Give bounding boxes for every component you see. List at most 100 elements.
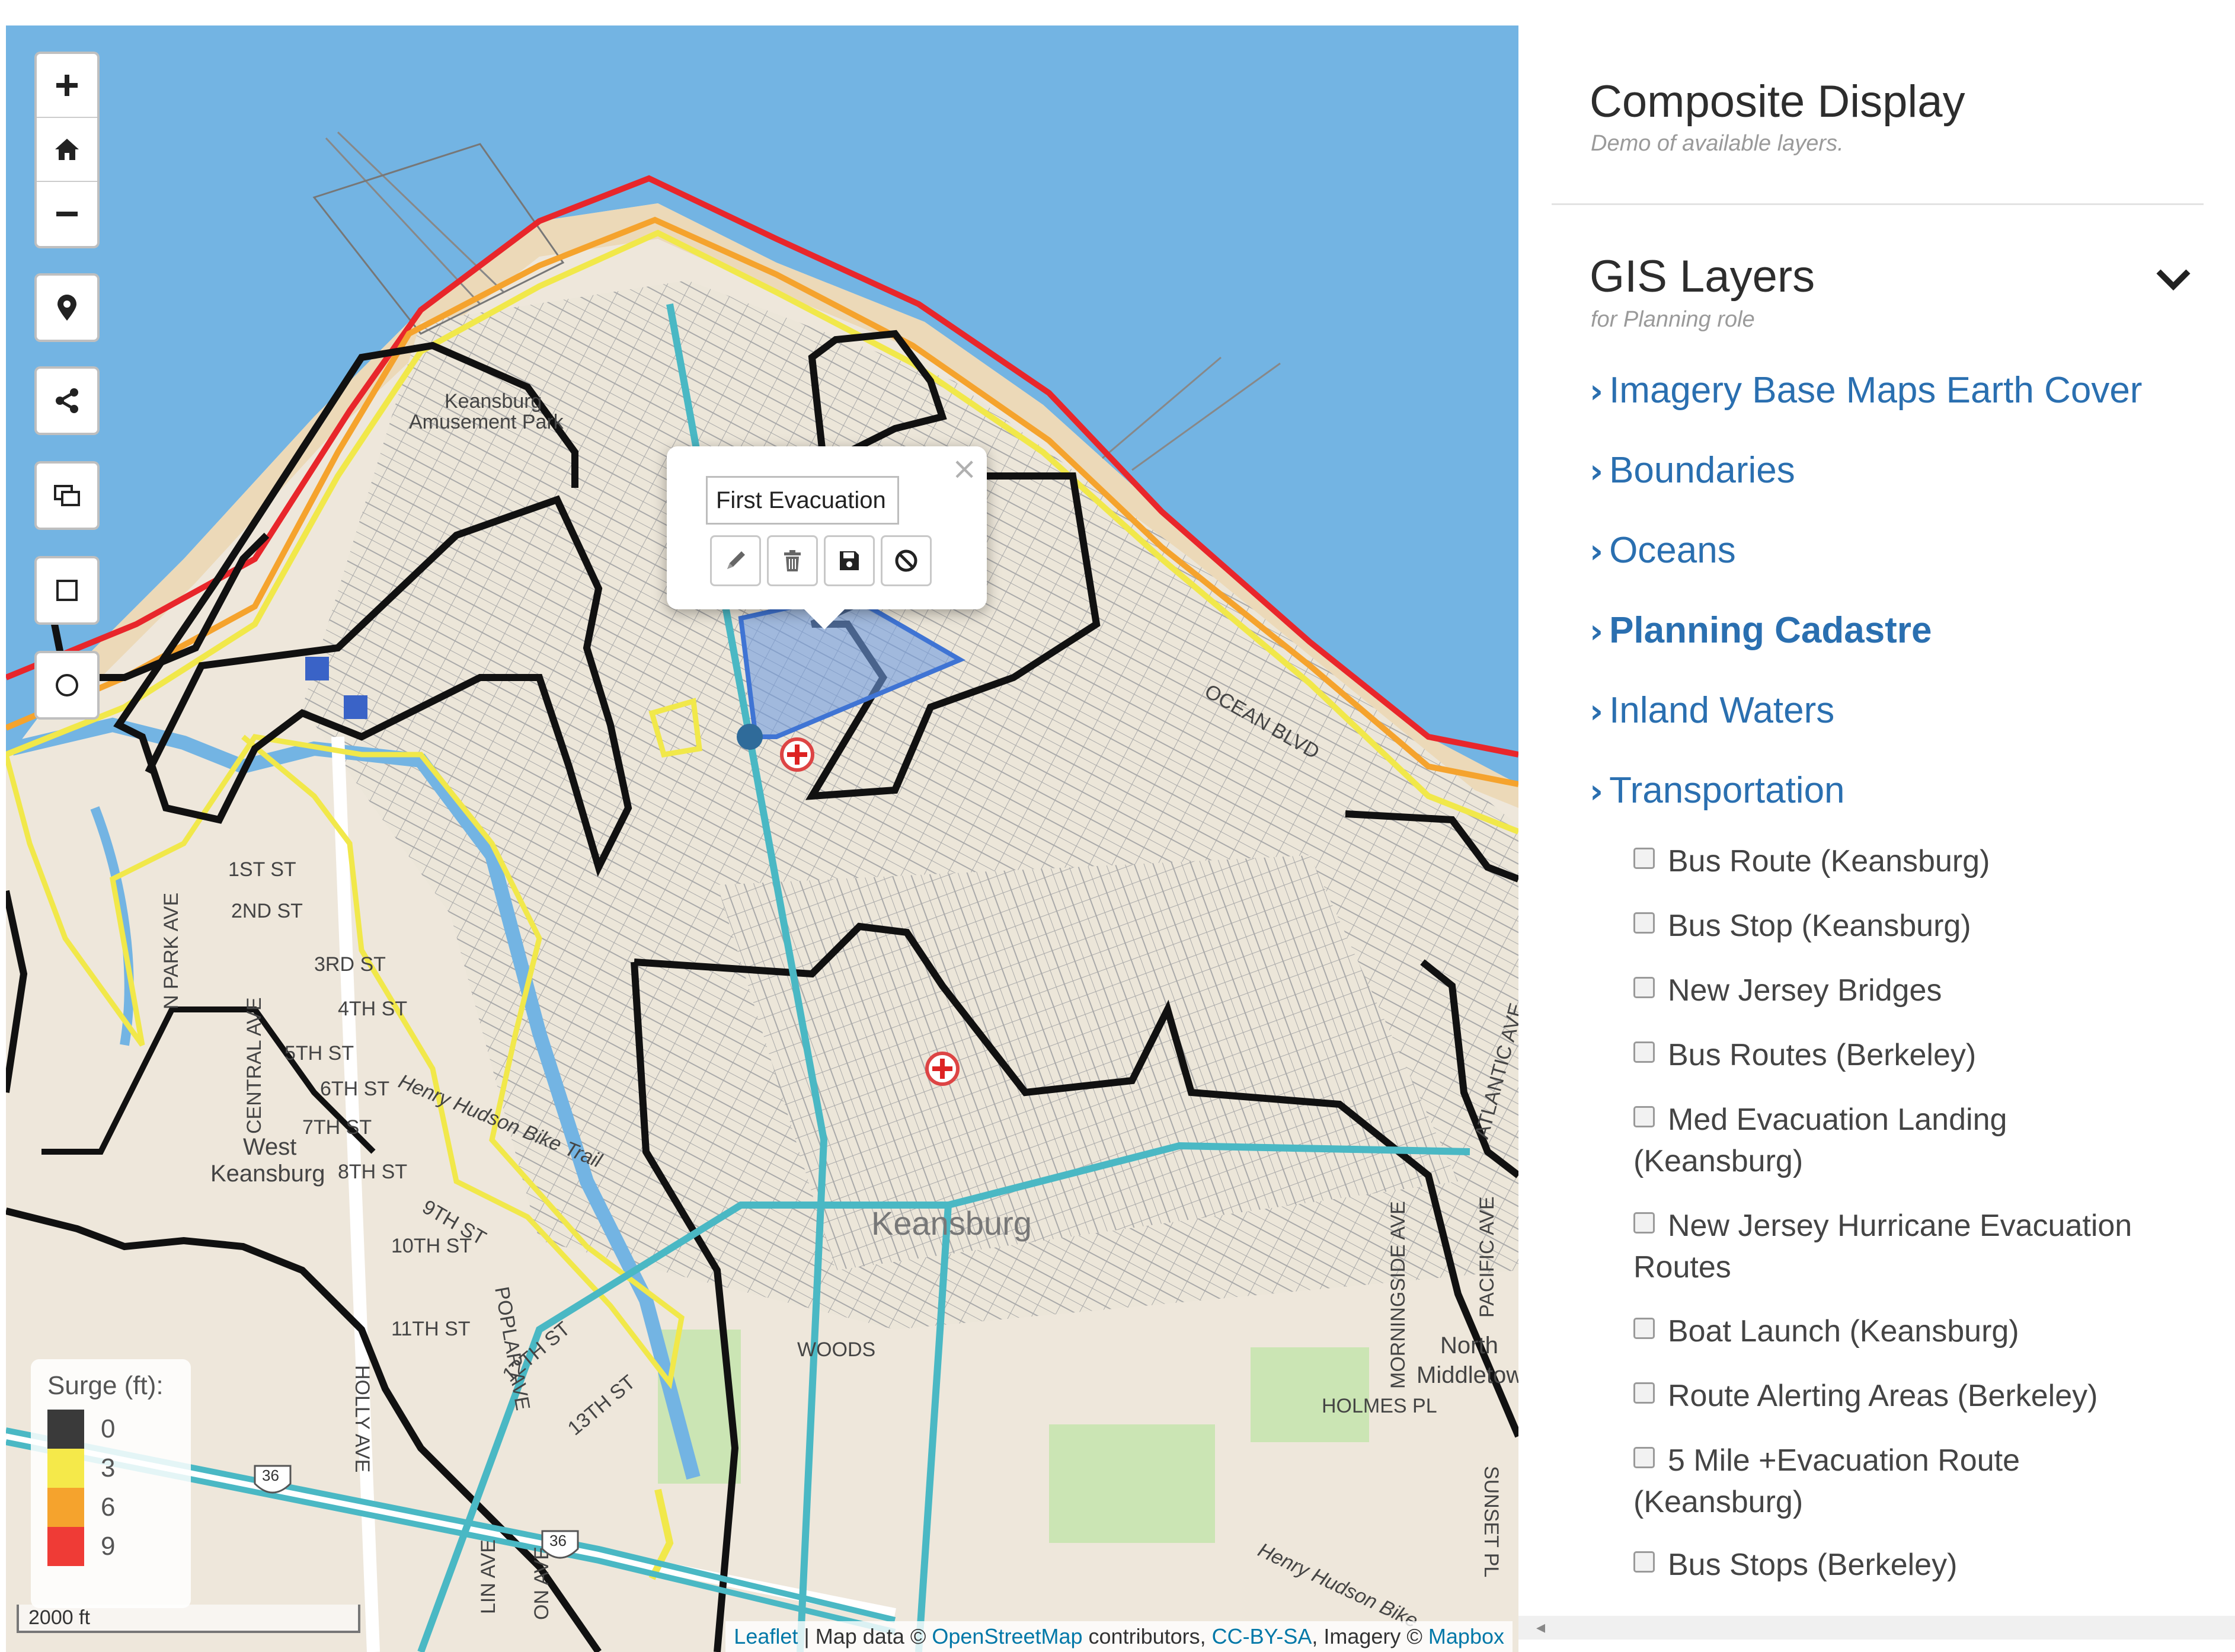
layer-item[interactable]: Bus Stops (Berkeley)	[1633, 1544, 2179, 1586]
cancel-icon	[895, 549, 917, 572]
popup-close-button[interactable]: ×	[951, 451, 977, 487]
layer-checkbox[interactable]	[1633, 1382, 1655, 1404]
surge-legend: Surge (ft): 0 3 6 9	[31, 1359, 191, 1608]
map-label-on-ave: ON AVE	[530, 1546, 553, 1620]
cancel-button[interactable]	[881, 535, 932, 586]
chevron-right-icon: ›	[1590, 452, 1604, 491]
map-label-4th-st: 4TH ST	[338, 998, 407, 1020]
chevron-right-icon: ›	[1590, 692, 1604, 731]
save-button[interactable]	[824, 535, 875, 586]
layer-item[interactable]: Route Alerting Areas (Berkeley)	[1633, 1375, 2179, 1417]
map-label-middletown: Middletown	[1417, 1362, 1518, 1388]
draw-circle-control	[34, 651, 100, 720]
layers-panel: Composite Display Demo of available laye…	[1518, 25, 2235, 1652]
legend-row: 9	[47, 1527, 178, 1566]
category-inland-waters[interactable]: › Inland Waters	[1590, 689, 1834, 731]
map-label-central: CENTRAL AVE	[243, 997, 266, 1134]
mapbox-link[interactable]: Mapbox	[1428, 1624, 1504, 1648]
zoom-in-button[interactable]	[37, 54, 97, 118]
delete-button[interactable]	[767, 535, 818, 586]
minus-icon	[56, 212, 78, 216]
gis-layers-subtitle: for Planning role	[1591, 307, 1755, 332]
map-label-n-park: N PARK AVE	[160, 893, 183, 1009]
layer-checkbox[interactable]	[1633, 1447, 1655, 1468]
category-imagery[interactable]: › Imagery Base Maps Earth Cover	[1590, 369, 2142, 411]
layer-checkbox[interactable]	[1633, 1106, 1655, 1127]
layer-item[interactable]: New Jersey Bridges	[1633, 970, 2179, 1011]
layer-checkbox[interactable]	[1633, 1041, 1655, 1063]
map-label-6th-st: 6TH ST	[320, 1078, 389, 1100]
layer-checkbox[interactable]	[1633, 1212, 1655, 1234]
osm-link[interactable]: OpenStreetMap	[932, 1624, 1082, 1648]
layer-item[interactable]: 5 Mile +Evacuation Route (Keansburg)	[1633, 1440, 2084, 1523]
share-button[interactable]	[37, 369, 97, 433]
legend-swatch	[47, 1527, 84, 1566]
plus-icon	[56, 75, 78, 96]
chevron-right-icon: ›	[1590, 532, 1604, 571]
map-label-3rd-st: 3RD ST	[314, 953, 386, 976]
feature-edit-popup: × First Evacuation	[667, 446, 987, 630]
circle-icon	[56, 674, 78, 696]
map-basemap: Keansburg Amusement Park 1ST ST 2ND ST 3…	[6, 25, 1518, 1652]
map-label-west-keansburg: Keansburg	[210, 1161, 325, 1187]
feature-name-input[interactable]: First Evacuation	[706, 476, 899, 525]
draw-circle-button[interactable]	[37, 653, 97, 717]
gis-layers-title: GIS Layers	[1590, 251, 1815, 302]
layer-checkbox[interactable]	[1633, 848, 1655, 869]
layer-item[interactable]: Med Evacuation Landing (Keansburg)	[1633, 1099, 2143, 1182]
attribution-text: | Map data ©	[798, 1624, 932, 1648]
chevron-right-icon: ›	[1590, 372, 1604, 411]
zoom-control	[34, 52, 100, 248]
save-icon	[840, 551, 859, 570]
home-button[interactable]	[37, 118, 97, 182]
map-label-11th-st: 11TH ST	[391, 1318, 471, 1340]
layer-checkbox[interactable]	[1633, 1551, 1655, 1573]
scroll-left-icon[interactable]: ◂	[1536, 1616, 1545, 1640]
map-label-sunset: SUNSET PL	[1480, 1466, 1502, 1577]
trash-icon	[784, 550, 801, 571]
legend-swatch	[47, 1449, 84, 1488]
layer-item[interactable]: Bus Route (Keansburg)	[1633, 841, 2179, 882]
map-label-keansburg: Keansburg	[871, 1204, 1032, 1242]
leaflet-link[interactable]: Leaflet	[734, 1624, 798, 1648]
layer-checkbox[interactable]	[1633, 912, 1655, 934]
category-planning-cadastre[interactable]: › Planning Cadastre	[1590, 609, 1932, 651]
layer-item[interactable]: Boat Launch (Keansburg)	[1633, 1311, 2179, 1352]
map-canvas[interactable]: Keansburg Amusement Park 1ST ST 2ND ST 3…	[6, 25, 1518, 1652]
attribution-text: , Imagery ©	[1312, 1624, 1428, 1648]
legend-label: 6	[101, 1493, 116, 1522]
map-label-amusement-2: Amusement Park	[409, 411, 564, 433]
license-link[interactable]: CC-BY-SA	[1212, 1624, 1312, 1648]
legend-row: 0	[47, 1410, 178, 1449]
horizontal-scrollbar[interactable]: ◂	[1518, 1616, 2235, 1640]
category-boundaries[interactable]: › Boundaries	[1590, 449, 1795, 491]
map-attribution: Leaflet | Map data © OpenStreetMap contr…	[725, 1621, 1513, 1652]
zoom-out-button[interactable]	[37, 182, 97, 246]
overlay-button[interactable]	[37, 464, 97, 528]
locate-button[interactable]	[37, 276, 97, 340]
draw-rectangle-control	[34, 556, 100, 625]
legend-title: Surge (ft):	[47, 1371, 164, 1400]
map-marker-icon	[57, 295, 76, 321]
home-icon	[55, 139, 79, 160]
map-label-7th-st: 7TH ST	[302, 1116, 372, 1139]
layer-item[interactable]: Bus Routes (Berkeley)	[1633, 1034, 2179, 1076]
scale-bar: 2000 ft	[17, 1605, 360, 1633]
layer-checkbox[interactable]	[1633, 1318, 1655, 1339]
map-label-10th-st: 10TH ST	[391, 1235, 472, 1257]
draw-rectangle-button[interactable]	[37, 558, 97, 622]
overlay-control	[34, 461, 100, 530]
layer-checkbox[interactable]	[1633, 977, 1655, 998]
share-control	[34, 366, 100, 435]
map-label-north: North	[1440, 1333, 1498, 1359]
layer-item[interactable]: New Jersey Hurricane Evacuation Routes	[1633, 1205, 2143, 1288]
edit-button[interactable]	[710, 535, 761, 586]
category-transportation[interactable]: › Transportation	[1590, 769, 1845, 811]
layer-item[interactable]: Bus Stop (Keansburg)	[1633, 905, 2179, 947]
category-oceans[interactable]: › Oceans	[1590, 529, 1736, 571]
chevron-down-icon[interactable]	[2147, 260, 2200, 301]
map-label-pacific: PACIFIC AVE	[1476, 1196, 1498, 1318]
legend-row: 6	[47, 1488, 178, 1527]
map-label-amusement: Keansburg	[445, 390, 542, 413]
popup-toolbar	[710, 535, 932, 586]
